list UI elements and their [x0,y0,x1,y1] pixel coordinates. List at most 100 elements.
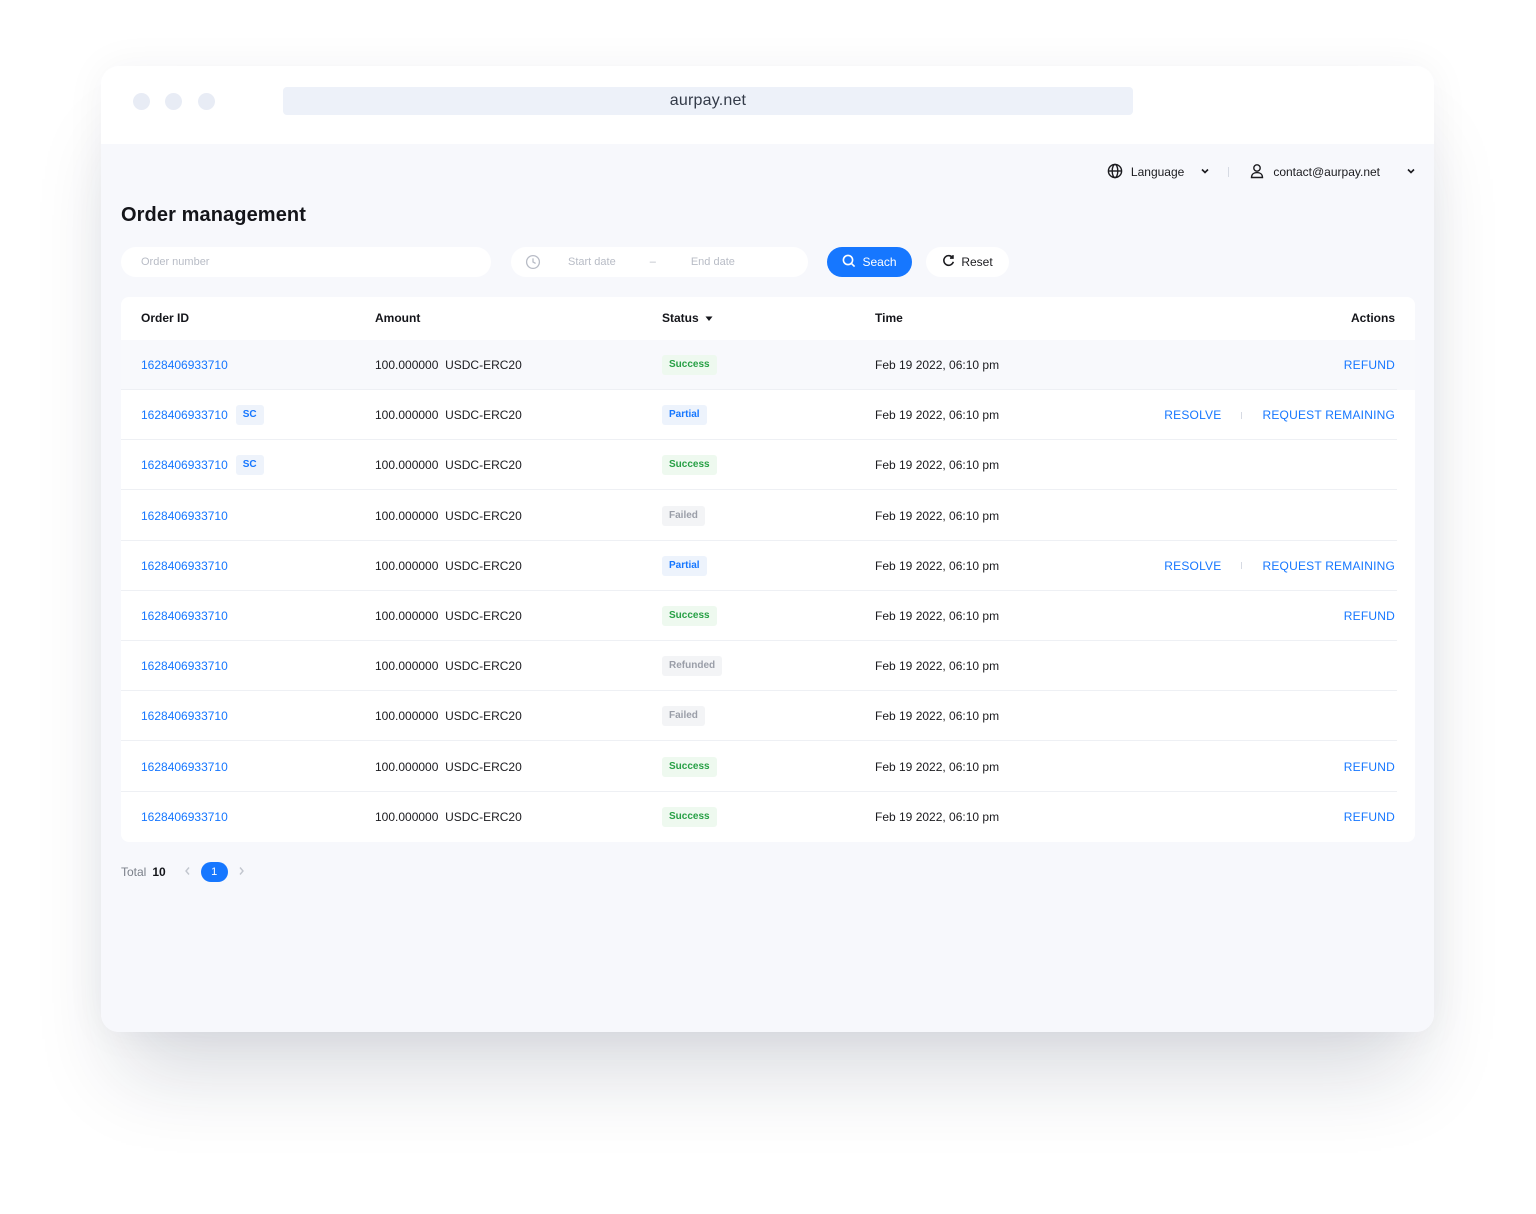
amount-cell: 100.000000 USDC-ERC20 [375,458,522,473]
resolve-button[interactable]: RESOLVE [1164,408,1221,422]
order-id-cell: 1628406933710 SC [141,440,264,490]
order-id-link[interactable]: 1628406933710 [141,659,228,673]
status-badge: Refunded [662,656,723,677]
refund-button[interactable]: REFUND [1344,609,1395,623]
status-badge: Partial [662,405,707,426]
actions-cell: REFUND [1344,742,1395,792]
refund-button[interactable]: REFUND [1344,810,1395,824]
amount-cell: 100.000000 USDC-ERC20 [375,609,522,623]
order-id-cell: 1628406933710 [141,691,228,741]
total-count: 10 [152,865,166,879]
order-id-link[interactable]: 1628406933710 [141,709,228,723]
time-cell: Feb 19 2022, 06:10 pm [875,809,1000,824]
status-cell: Success [662,591,717,641]
status-badge: Failed [662,505,705,526]
order-id-link[interactable]: 1628406933710 [141,559,228,573]
amount-cell: 100.000000 USDC-ERC20 [375,759,522,774]
search-button[interactable]: Seach [827,247,912,277]
time-cell: Feb 19 2022, 06:10 pm [875,558,1000,573]
table-header: Order ID Amount Status Time Actions [121,297,1415,340]
end-date-input[interactable]: End date [691,256,735,268]
top-bar: Language contact@aurpay.net [1107,162,1416,182]
order-id-cell: 1628406933710 [141,541,228,591]
amount-cell: 100.000000 USDC-ERC20 [375,558,522,573]
order-id-link[interactable]: 1628406933710 [141,609,228,623]
total-label: Total [121,865,147,879]
clock-icon [525,254,541,270]
order-id-cell: 1628406933710 [141,591,228,641]
refund-button[interactable]: REFUND [1344,760,1395,774]
order-id-link[interactable]: 1628406933710 [141,408,228,422]
reset-button[interactable]: Reset [926,247,1009,277]
action-divider [1241,562,1243,570]
actions-cell: REFUND [1344,792,1395,842]
account-menu[interactable]: contact@aurpay.net [1249,163,1416,182]
status-cell: Partial [662,390,707,440]
amount-cell: 100.000000 USDC-ERC20 [375,809,522,824]
order-id-link[interactable]: 1628406933710 [141,509,228,523]
chevron-left-icon[interactable] [184,865,191,879]
amount-cell: 100.000000 USDC-ERC20 [375,508,522,523]
time-cell: Feb 19 2022, 06:10 pm [875,759,1000,774]
window-minimize-dot[interactable] [165,93,182,110]
order-id-link[interactable]: 1628406933710 [141,760,228,774]
status-badge: Success [662,606,717,626]
status-badge: Success [662,806,717,827]
amount-cell: 100.000000 USDC-ERC20 [375,659,522,674]
header-order-id: Order ID [141,311,190,325]
actions-cell: REFUND [1344,340,1395,390]
time-cell: Feb 19 2022, 06:10 pm [875,408,1000,423]
table-row: 1628406933710 100.000000 USDC-ERC20 Failed… [121,491,1415,541]
page-button-current[interactable]: 1 [200,862,228,882]
order-id-link[interactable]: 1628406933710 [141,810,228,824]
start-date-input[interactable]: Start date [568,256,616,268]
order-number-input[interactable] [121,247,491,277]
time-cell: Feb 19 2022, 06:10 pm [875,659,1000,674]
header-time: Time [875,311,903,325]
refresh-icon [942,254,955,270]
topbar-divider [1228,167,1230,177]
window-close-dot[interactable] [133,93,150,110]
table-row: 1628406933710 SC 100.000000 USDC-ERC20 Part… [121,390,1415,441]
status-cell: Failed [662,491,705,541]
status-cell: Success [662,742,717,792]
action-divider [1241,411,1243,419]
chevron-right-icon[interactable] [238,865,245,879]
time-cell: Feb 19 2022, 06:10 pm [875,609,1000,623]
table-row: 1628406933710 100.000000 USDC-ERC20 Failed… [121,691,1415,742]
status-badge: Success [662,355,717,375]
chevron-down-icon [1406,165,1416,179]
header-actions: Actions [1350,311,1395,325]
refund-button[interactable]: REFUND [1344,358,1395,372]
resolve-button[interactable]: RESOLVE [1164,559,1221,573]
reset-button-label: Reset [961,255,993,269]
date-range-separator: – [649,256,656,268]
status-badge: Failed [662,706,705,727]
language-selector[interactable]: Language [1107,163,1210,182]
account-email: contact@aurpay.net [1273,165,1380,179]
order-id-cell: 1628406933710 [141,641,228,691]
table-row: 1628406933710 100.000000 USDC-ERC20 Succes… [121,591,1415,641]
sc-badge: SC [235,455,264,476]
header-status-label: Status [662,311,699,325]
request-remaining-button[interactable]: REQUEST REMAINING [1262,408,1395,422]
date-range-picker[interactable]: Start date – End date [511,247,808,277]
status-cell: Success [662,440,717,490]
actions-cell: RESOLVE REQUEST REMAINING [1164,541,1395,591]
window-maximize-dot[interactable] [198,93,215,110]
header-status[interactable]: Status [662,297,713,340]
address-bar[interactable]: aurpay.net [283,87,1133,115]
order-id-cell: 1628406933710 [141,340,228,390]
request-remaining-button[interactable]: REQUEST REMAINING [1262,559,1395,573]
table-row: 1628406933710 100.000000 USDC-ERC20 Refund… [121,641,1415,692]
table-row: 1628406933710 100.000000 USDC-ERC20 Succes… [121,340,1415,390]
amount-cell: 100.000000 USDC-ERC20 [375,358,522,372]
amount-cell: 100.000000 USDC-ERC20 [375,709,522,724]
table-row: 1628406933710 100.000000 USDC-ERC20 Partia… [121,541,1415,591]
sc-badge: SC [235,405,264,426]
app-viewport: Language contact@aurpay.net Order manage… [101,144,1434,1032]
order-id-link[interactable]: 1628406933710 [141,458,228,472]
caret-down-icon [705,297,713,340]
order-id-cell: 1628406933710 [141,491,228,541]
order-id-link[interactable]: 1628406933710 [141,358,228,372]
